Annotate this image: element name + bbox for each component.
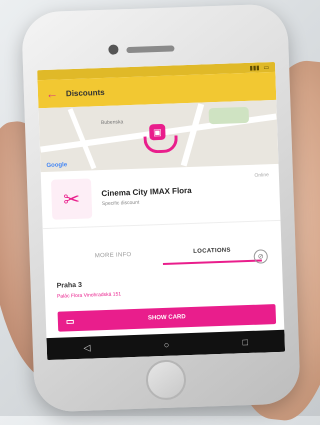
nav-back-icon[interactable]: ◁ [83, 342, 90, 353]
android-nav-bar: ◁ ○ □ [46, 329, 286, 361]
location-pin-halo [143, 135, 179, 154]
ticket-icon: ✂ [50, 178, 93, 220]
map[interactable]: Bubenska ▣ Google [38, 99, 279, 173]
map-park [208, 106, 250, 125]
front-camera [108, 44, 119, 55]
nav-recents-icon[interactable]: □ [242, 337, 248, 347]
show-card-label: SHOW CARD [147, 314, 186, 322]
phone: ▮▮▮ ▭ ← Discounts Bubenska ▣ Google ✂ Ci… [21, 3, 301, 413]
page-title: Discounts [65, 87, 105, 98]
venue-info: Cinema City IMAX Flora Specific discount [101, 186, 192, 207]
google-logo: Google [46, 162, 68, 169]
back-arrow-icon[interactable]: ← [46, 87, 58, 101]
map-street-label: Bubenska [100, 119, 124, 127]
earpiece-speaker [126, 45, 175, 54]
map-road [180, 103, 205, 167]
battery-icon: ▭ [263, 64, 270, 71]
venue-subtitle: Specific discount [101, 199, 140, 208]
card-icon: ▭ [65, 315, 75, 326]
filter-icon[interactable]: ⊘ [253, 249, 268, 264]
phone-screen: ▮▮▮ ▭ ← Discounts Bubenska ▣ Google ✂ Ci… [37, 61, 286, 361]
signal-icon: ▮▮▮ [249, 64, 260, 72]
venue-name: Cinema City IMAX Flora [101, 185, 192, 199]
home-button[interactable] [145, 359, 187, 401]
nav-home-icon[interactable]: ○ [164, 340, 170, 350]
venue-mode: Online [254, 172, 270, 179]
show-card-button[interactable]: ▭ SHOW CARD [57, 304, 277, 332]
venue-header: ✂ Cinema City IMAX Flora Specific discou… [40, 163, 281, 230]
